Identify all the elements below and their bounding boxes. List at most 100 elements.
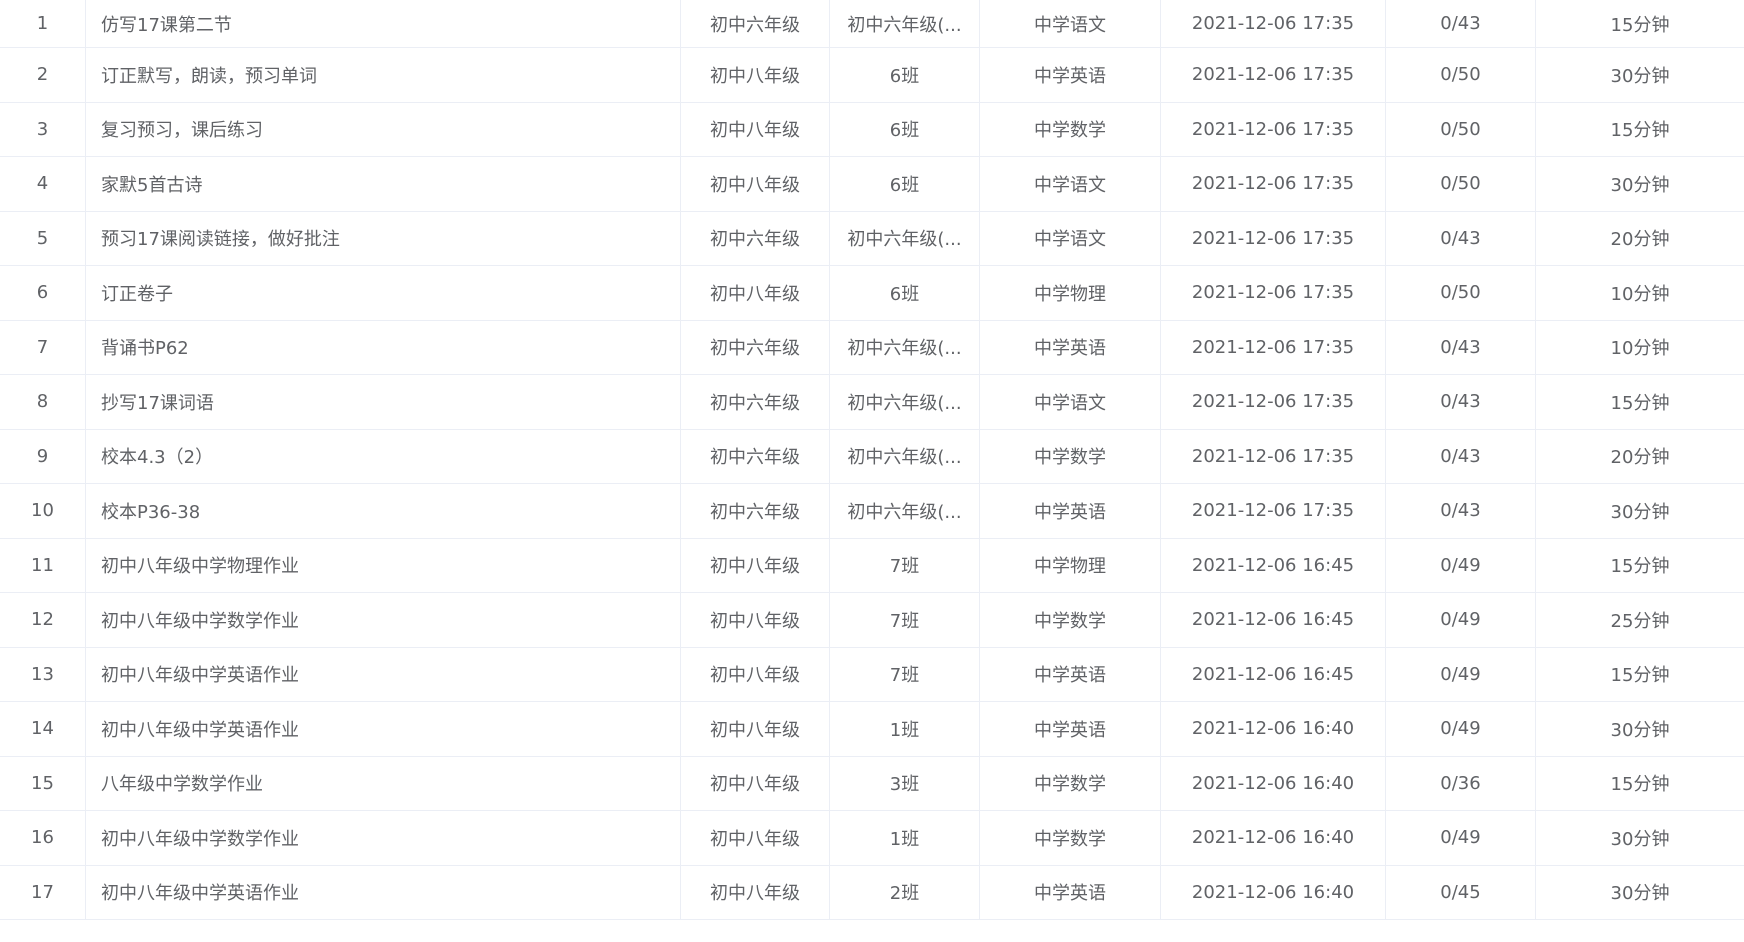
completion-cell: 0/43 <box>1386 484 1536 538</box>
duration-cell: 15分钟 <box>1610 665 1670 687</box>
duration-cell: 10分钟 <box>1610 338 1670 360</box>
subject-cell: 中学物理 <box>980 538 1161 592</box>
grade-cell: 初中八年级 <box>681 593 830 647</box>
completion-cell: 0/36 <box>1386 756 1536 810</box>
completion-cell: 0/50 <box>1386 102 1536 156</box>
class-cell: 初中六年级(... <box>830 375 980 429</box>
completion-cell: 0/50 <box>1386 266 1536 320</box>
publish-time-cell: 2021-12-06 16:40 <box>1161 702 1386 756</box>
duration-cell: 20分钟 <box>1610 229 1670 251</box>
grade-cell: 初中六年级 <box>681 484 830 538</box>
row-index: 7 <box>0 320 86 374</box>
subject-cell: 中学英语 <box>980 484 1161 538</box>
row-index: 8 <box>0 375 86 429</box>
class-cell: 初中六年级(... <box>830 484 980 538</box>
completion-cell: 0/43 <box>1386 429 1536 483</box>
publish-time-cell: 2021-12-06 16:45 <box>1161 647 1386 701</box>
table-row[interactable]: 1 仿写17课第二节 初中六年级 初中六年级(... 中学语文 2021-12-… <box>0 0 1744 48</box>
grade-cell: 初中八年级 <box>681 157 830 211</box>
table-row[interactable]: 8 抄写17课词语 初中六年级 初中六年级(... 中学语文 2021-12-0… <box>0 375 1744 430</box>
subject-cell: 中学英语 <box>980 48 1161 102</box>
class-cell: 7班 <box>830 538 980 592</box>
table-row[interactable]: 7 背诵书P62 初中六年级 初中六年级(... 中学英语 2021-12-06… <box>0 320 1744 375</box>
row-index: 2 <box>0 48 86 102</box>
homework-name: 初中八年级中学数学作业 <box>86 811 681 865</box>
row-index: 16 <box>0 811 86 865</box>
table-row[interactable]: 11 初中八年级中学物理作业 初中八年级 7班 中学物理 2021-12-06 … <box>0 538 1744 593</box>
table-row[interactable]: 15 八年级中学数学作业 初中八年级 3班 中学数学 2021-12-06 16… <box>0 756 1744 811</box>
publish-time-cell: 2021-12-06 17:35 <box>1161 429 1386 483</box>
row-index: 10 <box>0 484 86 538</box>
publish-time-cell: 2021-12-06 17:35 <box>1161 375 1386 429</box>
subject-cell: 中学数学 <box>980 429 1161 483</box>
completion-cell: 0/49 <box>1386 702 1536 756</box>
subject-cell: 中学语文 <box>980 211 1161 265</box>
completion-cell: 0/43 <box>1386 211 1536 265</box>
grade-cell: 初中六年级 <box>681 0 830 47</box>
class-cell: 6班 <box>830 48 980 102</box>
duration-cell: 15分钟 <box>1610 14 1670 36</box>
subject-cell: 中学英语 <box>980 320 1161 374</box>
row-index: 11 <box>0 538 86 592</box>
homework-name: 校本4.3（2） <box>86 429 681 483</box>
completion-cell: 0/50 <box>1386 48 1536 102</box>
row-index: 17 <box>0 865 86 919</box>
grade-cell: 初中八年级 <box>681 48 830 102</box>
table-row[interactable]: 14 初中八年级中学英语作业 初中八年级 1班 中学英语 2021-12-06 … <box>0 702 1744 757</box>
table-row[interactable]: 5 预习17课阅读链接，做好批注 初中六年级 初中六年级(... 中学语文 20… <box>0 211 1744 266</box>
publish-time-cell: 2021-12-06 17:35 <box>1161 320 1386 374</box>
table-row[interactable]: 13 初中八年级中学英语作业 初中八年级 7班 中学英语 2021-12-06 … <box>0 647 1744 702</box>
duration-cell: 15分钟 <box>1610 120 1670 142</box>
table-row[interactable]: 12 初中八年级中学数学作业 初中八年级 7班 中学数学 2021-12-06 … <box>0 593 1744 648</box>
homework-name: 家默5首古诗 <box>86 157 681 211</box>
publish-time-cell: 2021-12-06 17:35 <box>1161 48 1386 102</box>
publish-time-cell: 2021-12-06 16:45 <box>1161 593 1386 647</box>
homework-name: 订正卷子 <box>86 266 681 320</box>
row-index: 4 <box>0 157 86 211</box>
row-index: 9 <box>0 429 86 483</box>
grade-cell: 初中八年级 <box>681 647 830 701</box>
table-row[interactable]: 17 初中八年级中学英语作业 初中八年级 2班 中学英语 2021-12-06 … <box>0 865 1744 920</box>
row-index: 13 <box>0 647 86 701</box>
table-row[interactable]: 16 初中八年级中学数学作业 初中八年级 1班 中学数学 2021-12-06 … <box>0 811 1744 866</box>
subject-cell: 中学语文 <box>980 375 1161 429</box>
publish-time-cell: 2021-12-06 17:35 <box>1161 157 1386 211</box>
completion-cell: 0/49 <box>1386 811 1536 865</box>
class-cell: 6班 <box>830 157 980 211</box>
table-row[interactable]: 6 订正卷子 初中八年级 6班 中学物理 2021-12-06 17:35 0/… <box>0 266 1744 321</box>
completion-cell: 0/43 <box>1386 375 1536 429</box>
grade-cell: 初中八年级 <box>681 266 830 320</box>
homework-name: 背诵书P62 <box>86 320 681 374</box>
homework-name: 初中八年级中学英语作业 <box>86 865 681 919</box>
duration-cell: 30分钟 <box>1610 719 1670 741</box>
table-row[interactable]: 4 家默5首古诗 初中八年级 6班 中学语文 2021-12-06 17:35 … <box>0 157 1744 212</box>
homework-name: 订正默写，朗读，预习单词 <box>86 48 681 102</box>
table-row[interactable]: 3 复习预习，课后练习 初中八年级 6班 中学数学 2021-12-06 17:… <box>0 102 1744 157</box>
class-cell: 初中六年级(... <box>830 211 980 265</box>
publish-time-cell: 2021-12-06 16:40 <box>1161 756 1386 810</box>
homework-name: 初中八年级中学英语作业 <box>86 702 681 756</box>
subject-cell: 中学语文 <box>980 0 1161 47</box>
class-cell: 1班 <box>830 811 980 865</box>
grade-cell: 初中八年级 <box>681 538 830 592</box>
completion-cell: 0/43 <box>1386 0 1536 47</box>
subject-cell: 中学数学 <box>980 811 1161 865</box>
grade-cell: 初中六年级 <box>681 429 830 483</box>
subject-cell: 中学英语 <box>980 865 1161 919</box>
homework-name: 抄写17课词语 <box>86 375 681 429</box>
publish-time-cell: 2021-12-06 16:40 <box>1161 865 1386 919</box>
table-row[interactable]: 10 校本P36-38 初中六年级 初中六年级(... 中学英语 2021-12… <box>0 484 1744 539</box>
table-row[interactable]: 9 校本4.3（2） 初中六年级 初中六年级(... 中学数学 2021-12-… <box>0 429 1744 484</box>
grade-cell: 初中八年级 <box>681 102 830 156</box>
class-cell: 初中六年级(... <box>830 429 980 483</box>
subject-cell: 中学英语 <box>980 647 1161 701</box>
publish-time-cell: 2021-12-06 17:35 <box>1161 102 1386 156</box>
table-row[interactable]: 2 订正默写，朗读，预习单词 初中八年级 6班 中学英语 2021-12-06 … <box>0 48 1744 103</box>
class-cell: 初中六年级(... <box>830 320 980 374</box>
grade-cell: 初中八年级 <box>681 865 830 919</box>
completion-cell: 0/50 <box>1386 157 1536 211</box>
completion-cell: 0/45 <box>1386 865 1536 919</box>
class-cell: 1班 <box>830 702 980 756</box>
row-index: 14 <box>0 702 86 756</box>
completion-cell: 0/49 <box>1386 593 1536 647</box>
